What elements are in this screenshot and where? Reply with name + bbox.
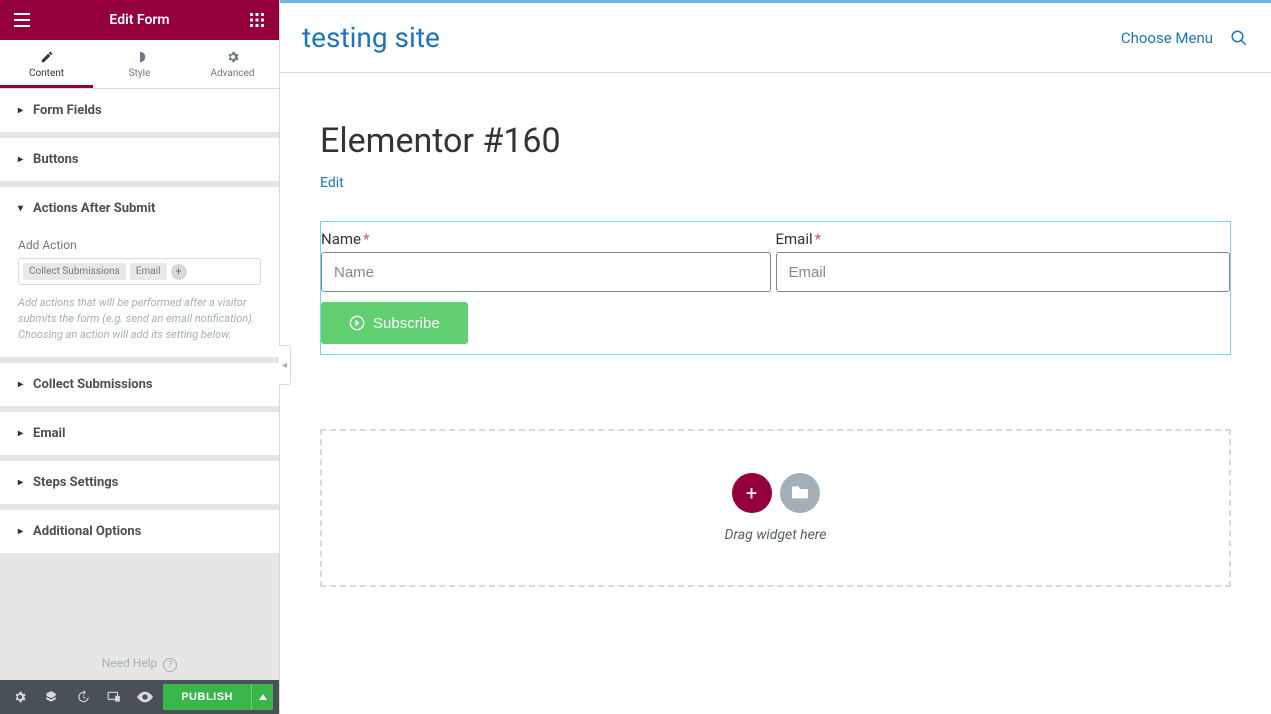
action-tag-input[interactable]: Collect Submissions Email +	[18, 258, 261, 285]
question-icon: ?	[163, 658, 177, 672]
history-icon[interactable]	[69, 684, 96, 710]
actions-after-submit-content: Add Action Collect Submissions Email + A…	[0, 238, 279, 357]
caret-right-icon: ▸	[18, 428, 23, 439]
site-menu: Choose Menu	[1121, 28, 1249, 48]
section-form-fields-label: Form Fields	[33, 103, 102, 118]
section-steps-settings[interactable]: ▸ Steps Settings	[0, 461, 279, 504]
section-email-label: Email	[33, 426, 65, 441]
drop-zone-text: Drag widget here	[725, 527, 827, 543]
edit-link[interactable]: Edit	[320, 175, 344, 191]
action-tag[interactable]: Collect Submissions	[23, 263, 126, 280]
caret-right-icon: ▸	[18, 526, 23, 537]
section-email[interactable]: ▸ Email	[0, 412, 279, 455]
caret-right-icon: ▸	[18, 154, 23, 165]
section-actions-after-submit-label: Actions After Submit	[33, 201, 155, 216]
caret-right-icon: ▸	[18, 105, 23, 116]
preview-icon[interactable]	[132, 684, 159, 710]
section-collect-submissions-label: Collect Submissions	[33, 377, 153, 392]
name-label-text: Name	[321, 230, 361, 248]
section-collect-submissions[interactable]: ▸ Collect Submissions	[0, 363, 279, 406]
section-form-fields[interactable]: ▸ Form Fields	[0, 89, 279, 132]
subscribe-label: Subscribe	[373, 315, 440, 332]
section-steps-settings-label: Steps Settings	[33, 475, 118, 490]
choose-menu-link[interactable]: Choose Menu	[1121, 29, 1213, 47]
site-header: testing site Choose Menu	[280, 3, 1271, 73]
tab-advanced-label: Advanced	[210, 68, 254, 79]
name-label: Name*	[321, 230, 771, 248]
section-additional-options[interactable]: ▸ Additional Options	[0, 510, 279, 553]
preview-area: testing site Choose Menu Elementor #160 …	[280, 0, 1271, 714]
tab-style[interactable]: Style	[93, 40, 186, 88]
section-additional-options-label: Additional Options	[33, 524, 141, 539]
required-icon: *	[363, 230, 369, 248]
caret-right-icon: ▸	[18, 379, 23, 390]
arrow-right-circle-icon	[349, 315, 365, 331]
need-help[interactable]: Need Help ?	[0, 646, 279, 680]
site-title[interactable]: testing site	[302, 21, 440, 54]
name-input[interactable]	[321, 252, 771, 292]
panel-body: ▸ Form Fields ▸ Buttons ▾ Actions After …	[0, 89, 279, 646]
email-input[interactable]	[776, 252, 1231, 292]
need-help-label: Need Help	[102, 656, 158, 670]
panel-tabs: Content Style Advanced	[0, 40, 279, 89]
page-title: Elementor #160	[320, 121, 1231, 161]
bottom-bar: PUBLISH	[0, 680, 279, 714]
publish-button[interactable]: PUBLISH	[163, 684, 251, 710]
editor-panel: Edit Form Content Style Advanced	[0, 0, 280, 714]
drop-zone[interactable]: + Drag widget here	[320, 429, 1231, 587]
form-widget[interactable]: Name* Email* Subscribe	[320, 221, 1231, 355]
tab-content-label: Content	[29, 68, 64, 79]
caret-right-icon: ▸	[18, 477, 23, 488]
panel-title: Edit Form	[32, 12, 247, 28]
section-actions-after-submit[interactable]: ▾ Actions After Submit	[0, 187, 279, 230]
section-buttons-label: Buttons	[33, 152, 79, 167]
template-library-button[interactable]	[780, 473, 820, 513]
menu-icon[interactable]	[12, 10, 32, 30]
help-text: Add actions that will be performed after…	[18, 295, 261, 343]
required-icon: *	[815, 230, 821, 248]
subscribe-button[interactable]: Subscribe	[321, 302, 468, 344]
email-label-text: Email	[776, 230, 813, 248]
caret-down-icon: ▾	[18, 203, 23, 214]
collapse-panel-icon[interactable]: ◂	[279, 345, 291, 385]
add-action-icon[interactable]: +	[171, 264, 187, 280]
panel-header: Edit Form	[0, 0, 279, 40]
responsive-icon[interactable]	[100, 684, 127, 710]
email-label: Email*	[776, 230, 1231, 248]
section-buttons[interactable]: ▸ Buttons	[0, 138, 279, 181]
settings-icon[interactable]	[6, 684, 33, 710]
publish-dropdown[interactable]	[251, 684, 273, 710]
tab-advanced[interactable]: Advanced	[186, 40, 279, 88]
add-action-label: Add Action	[18, 238, 261, 252]
apps-icon[interactable]	[247, 10, 267, 30]
tab-style-label: Style	[129, 68, 151, 79]
navigator-icon[interactable]	[37, 684, 64, 710]
add-section-button[interactable]: +	[732, 473, 772, 513]
action-tag[interactable]: Email	[130, 263, 167, 280]
tab-content[interactable]: Content	[0, 40, 93, 88]
search-icon[interactable]	[1229, 28, 1249, 48]
page-content: Elementor #160 Edit Name* Email* Subscri…	[280, 73, 1271, 635]
